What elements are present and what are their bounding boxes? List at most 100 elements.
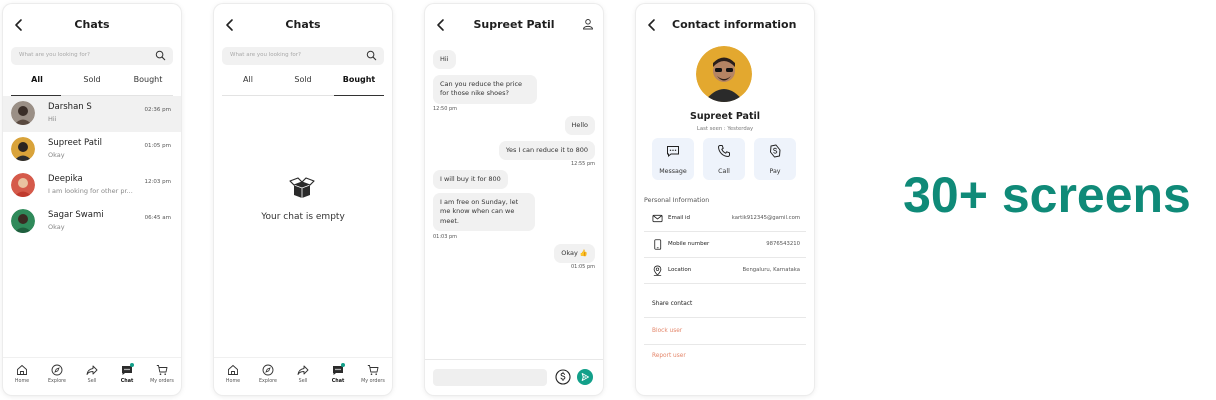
message-incoming: Hii (433, 50, 456, 70)
chat-name: Darshan S (48, 102, 92, 112)
header: Supreet Patil (425, 4, 603, 46)
mobile-icon (654, 239, 662, 250)
message-outgoing: Hello (564, 116, 595, 136)
nav-chat[interactable]: Chat (321, 363, 355, 384)
action-label: Message (659, 168, 687, 175)
nav-home[interactable]: Home (5, 364, 39, 384)
compass-icon (262, 364, 274, 376)
message-time: 12:50 pm (433, 106, 458, 112)
message-outgoing: Okay 👍 (554, 244, 595, 264)
send-button[interactable] (577, 369, 593, 385)
message-action-button[interactable]: Message (652, 138, 694, 180)
empty-box-icon (289, 177, 315, 198)
nav-label: Explore (259, 379, 277, 384)
compass-icon (51, 364, 63, 376)
message-incoming: I will buy it for 800 (433, 170, 508, 190)
search-input[interactable]: What are you looking for? (222, 47, 384, 65)
info-value: Bengaluru, Karnataka (742, 267, 800, 273)
chat-list-item[interactable]: Sagar Swami Okay 06:45 am (3, 204, 181, 240)
chat-time: 12:03 pm (144, 179, 171, 185)
nav-explore[interactable]: Explore (251, 364, 285, 384)
search-icon[interactable] (366, 50, 377, 61)
mobile-row: Mobile number 9876543210 (644, 232, 806, 258)
rupee-pay-icon[interactable] (555, 369, 571, 385)
chat-preview: Hii (48, 115, 57, 123)
search-input[interactable]: What are you looking for? (11, 47, 173, 65)
tab-all[interactable]: All (9, 75, 65, 84)
conversation-screen: Supreet Patil Hii Can you reduce the pri… (425, 4, 603, 395)
email-row: Email id kartik912345@gamil.com (644, 206, 806, 232)
info-label: Email id (668, 215, 691, 221)
notification-dot (130, 363, 134, 367)
nav-label: Home (225, 379, 241, 384)
block-user-row[interactable]: Block user (644, 319, 806, 345)
message-input[interactable] (433, 369, 547, 386)
page-title: Chats (285, 18, 321, 31)
tab-bought[interactable]: Bought (120, 75, 176, 84)
block-user-label: Block user (652, 328, 683, 334)
nav-label: Sell (298, 379, 308, 384)
tab-sold[interactable]: Sold (64, 75, 120, 84)
chat-tabs: All Sold Bought (214, 70, 392, 96)
chat-list-item[interactable]: Darshan S Hii 02:36 pm (3, 96, 181, 132)
chat-preview: Okay (48, 223, 65, 231)
header: Chats (3, 4, 181, 46)
page-title: Supreet Patil (473, 18, 555, 31)
call-action-button[interactable]: Call (703, 138, 745, 180)
nav-explore[interactable]: Explore (40, 364, 74, 384)
chat-name: Supreet Patil (48, 138, 102, 148)
message-outgoing: Yes I can reduce it to 800 (498, 141, 595, 161)
action-label: Call (718, 168, 730, 175)
chat-time: 01:05 pm (144, 143, 171, 149)
nav-chat[interactable]: Chat (110, 363, 144, 384)
nav-sell[interactable]: Sell (75, 364, 109, 384)
nav-label: My orders (150, 379, 174, 384)
report-user-row[interactable]: Report user (644, 344, 806, 370)
bottom-nav: Home Explore Sell Chat My orders (3, 357, 181, 395)
page-title: Chats (74, 18, 110, 31)
chat-preview: Okay (48, 151, 65, 159)
pay-action-button[interactable]: Pay (754, 138, 796, 180)
chat-tabs: All Sold Bought (3, 70, 181, 96)
cart-icon (367, 365, 379, 375)
nav-label: Chat (120, 379, 134, 384)
send-icon (581, 373, 589, 381)
chat-preview: I am looking for other pr... (48, 187, 133, 195)
chats-all-screen: Chats What are you looking for? All Sold… (3, 4, 181, 395)
person-icon[interactable] (582, 18, 594, 30)
tab-bought[interactable]: Bought (331, 75, 387, 84)
cart-icon (156, 365, 168, 375)
nav-home[interactable]: Home (216, 364, 250, 384)
home-icon (17, 364, 27, 375)
tab-sold[interactable]: Sold (275, 75, 331, 84)
share-contact-label: Share contact (652, 301, 693, 307)
share-icon (86, 365, 98, 375)
chats-bought-empty-screen: Chats What are you looking for? All Sold… (214, 4, 392, 395)
action-label: Pay (769, 168, 781, 175)
share-contact-row[interactable]: Share contact (644, 292, 806, 318)
last-seen: Last seen : Yesterday (696, 126, 754, 132)
message-time: 12:55 pm (570, 161, 595, 167)
active-tab-indicator (334, 94, 384, 96)
message-composer (425, 359, 603, 395)
location-icon (653, 265, 662, 276)
info-label: Location (668, 267, 692, 273)
search-icon[interactable] (155, 50, 166, 61)
nav-my-orders[interactable]: My orders (356, 364, 390, 384)
section-title: Personal Information (644, 197, 710, 204)
share-icon (297, 365, 309, 375)
chat-list-item[interactable]: Supreet Patil Okay 01:05 pm (3, 132, 181, 168)
avatar (11, 101, 35, 125)
avatar (11, 173, 35, 197)
nav-label: Explore (48, 379, 66, 384)
info-value: 9876543210 (766, 241, 800, 247)
nav-my-orders[interactable]: My orders (145, 364, 179, 384)
location-row: Location Bengaluru, Karnataka (644, 258, 806, 284)
chat-list-item[interactable]: Deepika I am looking for other pr... 12:… (3, 168, 181, 204)
search-placeholder: What are you looking for? (19, 52, 90, 58)
nav-sell[interactable]: Sell (286, 364, 320, 384)
back-arrow-icon[interactable] (645, 18, 659, 32)
nav-label: Sell (87, 379, 97, 384)
tab-all[interactable]: All (220, 75, 276, 84)
message-incoming: Can you reduce the price for those nike … (433, 75, 537, 104)
